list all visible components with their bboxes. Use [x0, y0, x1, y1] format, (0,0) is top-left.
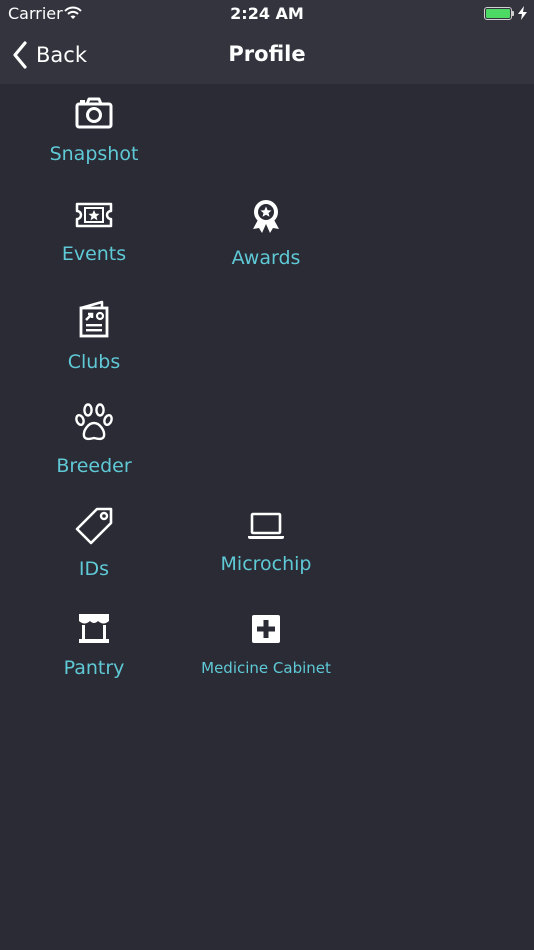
menu-item-breeder[interactable]: Breeder: [8, 402, 180, 477]
menu-item-label: IDs: [78, 558, 110, 580]
menu-item-clubs[interactable]: Clubs: [8, 300, 180, 373]
menu-item-microchip[interactable]: Microchip: [180, 512, 352, 575]
medical-cross-icon: [252, 615, 280, 643]
menu-item-label: Snapshot: [49, 143, 139, 165]
camera-icon: [75, 97, 113, 129]
menu-item-label: Microchip: [220, 553, 312, 575]
award-ribbon-icon: [253, 200, 279, 233]
menu-item-snapshot[interactable]: Snapshot: [8, 96, 180, 165]
menu-item-label: Events: [61, 243, 127, 265]
menu-item-label: Pantry: [63, 657, 125, 679]
laptop-icon: [248, 512, 284, 539]
paw-icon: [75, 403, 113, 441]
menu-item-label: Awards: [231, 247, 301, 269]
menu-item-label: Clubs: [67, 351, 121, 373]
battery-icon: [484, 7, 512, 20]
navigation-bar: Back Profile: [0, 28, 534, 84]
charging-bolt-icon: [518, 6, 527, 20]
menu-item-ids[interactable]: IDs: [8, 507, 180, 580]
menu-item-medicine-cabinet[interactable]: Medicine Cabinet: [180, 614, 352, 677]
tag-icon: [75, 507, 113, 545]
menu-item-label: Breeder: [56, 455, 132, 477]
status-bar: Carrier 2:24 AM: [0, 0, 534, 28]
storefront-icon: [79, 614, 109, 643]
menu-item-pantry[interactable]: Pantry: [8, 612, 180, 679]
page-title: Profile: [228, 42, 306, 66]
status-time: 2:24 AM: [230, 4, 304, 23]
newspaper-icon: [79, 300, 109, 338]
menu-item-label: Medicine Cabinet: [201, 659, 331, 677]
menu-item-events[interactable]: Events: [8, 200, 180, 265]
menu-item-awards[interactable]: Awards: [180, 198, 352, 269]
battery-cap: [512, 11, 514, 16]
battery-level-fill: [486, 9, 510, 18]
ticket-icon: [75, 202, 113, 228]
